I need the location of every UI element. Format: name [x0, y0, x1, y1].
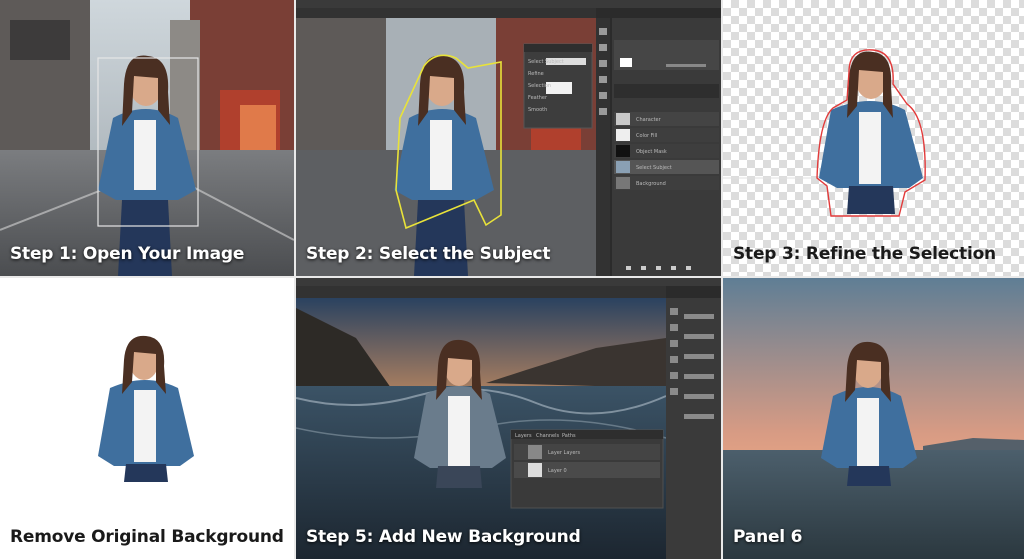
panel-6: Panel 6 [723, 278, 1024, 559]
svg-text:Background: Background [636, 181, 666, 187]
final-composite [723, 278, 1024, 559]
svg-text:Character: Character [636, 117, 662, 123]
svg-text:Layer 0: Layer 0 [548, 468, 567, 474]
panel-step4: Remove Original Background [0, 278, 294, 559]
svg-text:Paths: Paths [562, 433, 576, 439]
photoshop-window: Select Subject Refine Selection Feather … [296, 0, 721, 276]
svg-text:Layers: Layers [515, 433, 532, 439]
caption-step4: Remove Original Background [10, 527, 284, 547]
photoshop-composite: Layers Channels Paths Layer Layers Layer… [296, 278, 721, 559]
street-photo [0, 0, 294, 276]
cutout-on-transparent [723, 49, 926, 217]
panel-step2: Select Subject Refine Selection Feather … [296, 0, 721, 276]
layers-list: Character Color Fill Object Mask Select … [614, 112, 719, 190]
svg-text:Select Subject: Select Subject [528, 59, 564, 65]
svg-text:Selection: Selection [528, 83, 551, 89]
svg-text:Smooth: Smooth [528, 107, 547, 113]
panel-step3: Step 3: Refine the Selection [723, 0, 1024, 276]
caption-step3: Step 3: Refine the Selection [733, 244, 996, 264]
svg-text:Refine: Refine [528, 71, 544, 77]
svg-text:Color Fill: Color Fill [636, 133, 657, 139]
caption-step5: Step 5: Add New Background [306, 527, 581, 547]
select-subject-dialog: Select Subject Refine Selection Feather … [523, 43, 593, 129]
tutorial-grid: Step 1: Open Your Image Select Subject R… [0, 0, 1024, 559]
panel-step5: Layers Channels Paths Layer Layers Layer… [296, 278, 721, 559]
caption-panel6: Panel 6 [733, 527, 803, 547]
svg-text:Channels: Channels [536, 433, 560, 439]
svg-text:Object Mask: Object Mask [636, 149, 667, 155]
caption-step2: Step 2: Select the Subject [306, 244, 551, 264]
woman-white-bg [98, 335, 194, 482]
layers-panel-floating: Layers Channels Paths Layer Layers Layer… [510, 429, 664, 509]
menu-bar [296, 278, 721, 286]
svg-text:Layer Layers: Layer Layers [548, 450, 580, 456]
menu-bar [296, 0, 721, 8]
panel-step1: Step 1: Open Your Image [0, 0, 294, 276]
svg-text:Feather: Feather [528, 95, 548, 101]
woman-cutout [819, 51, 923, 214]
tools-strip [596, 18, 610, 276]
caption-step1: Step 1: Open Your Image [10, 244, 245, 264]
svg-text:Select Subject: Select Subject [636, 165, 672, 171]
